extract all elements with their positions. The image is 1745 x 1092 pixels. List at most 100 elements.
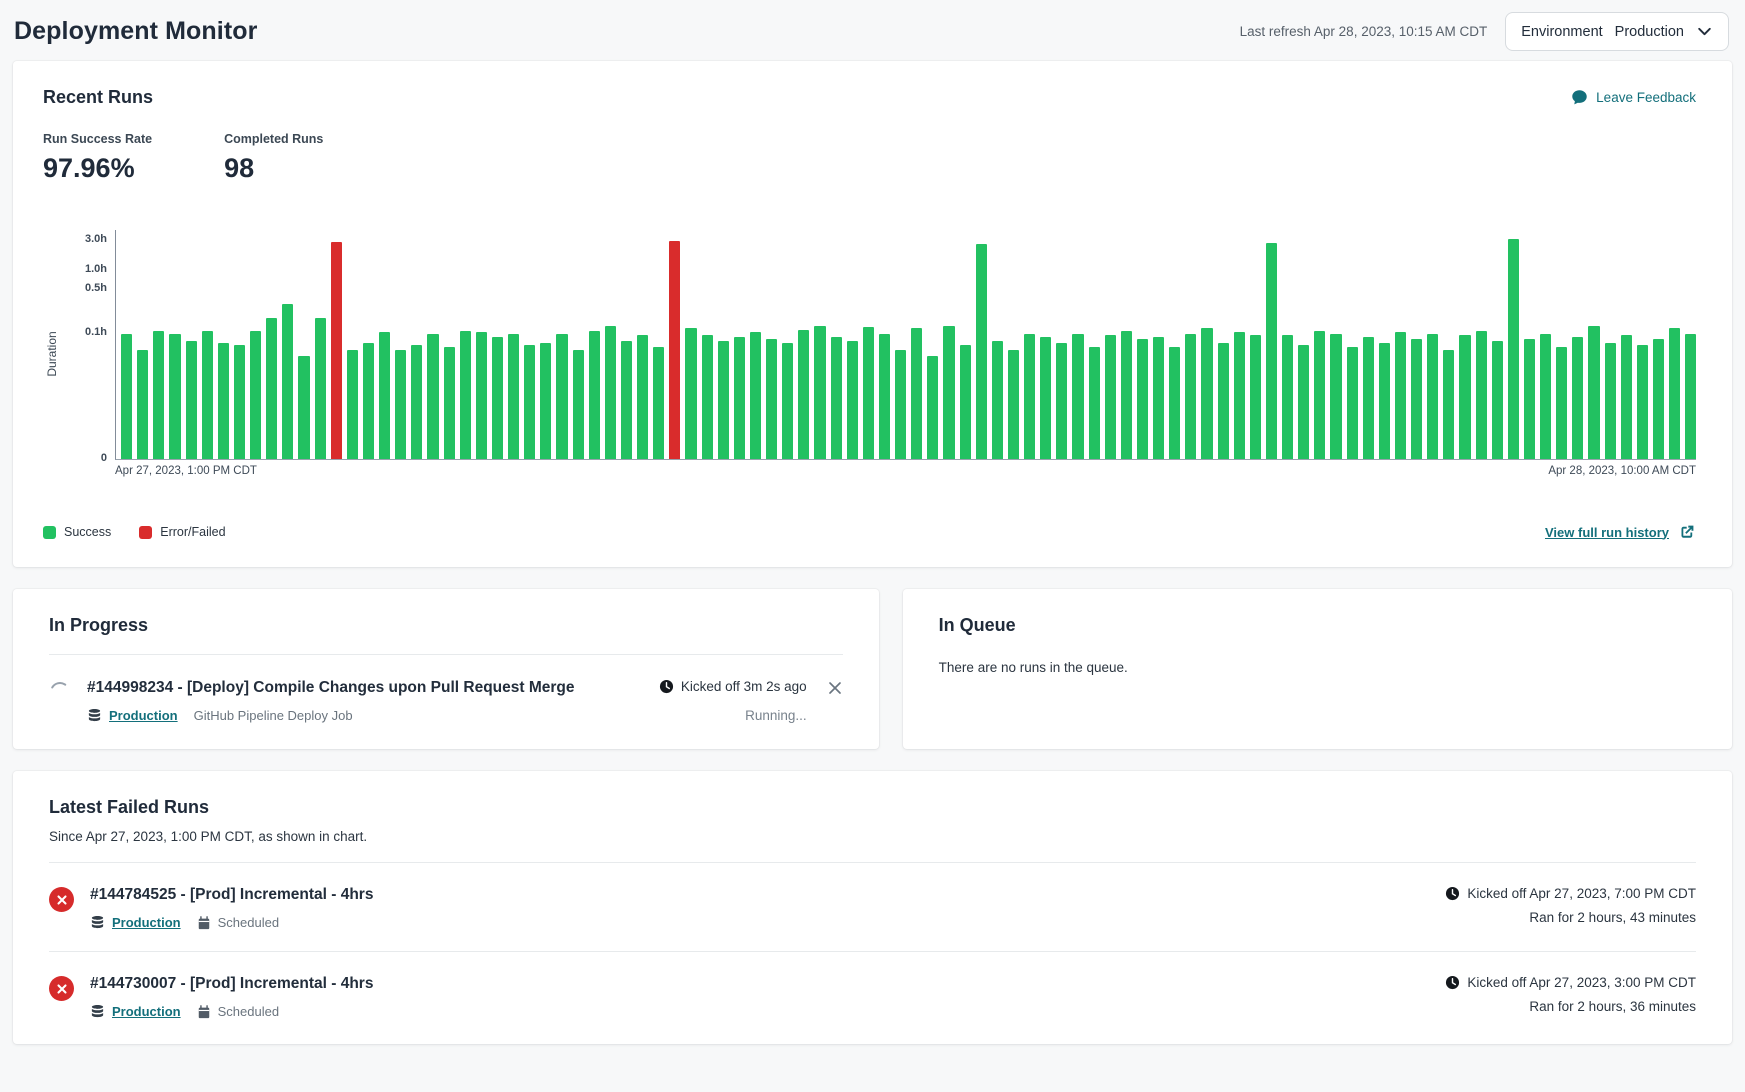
run-bar[interactable] — [605, 326, 616, 459]
run-bar[interactable] — [1363, 337, 1374, 459]
environment-link[interactable]: Production — [90, 915, 181, 930]
run-bar[interactable] — [1008, 350, 1019, 459]
run-bar[interactable] — [573, 350, 584, 459]
run-bar[interactable] — [895, 350, 906, 459]
run-bar[interactable] — [444, 347, 455, 459]
run-bar[interactable] — [1459, 335, 1470, 459]
run-bar[interactable] — [1056, 343, 1067, 459]
run-bar[interactable] — [266, 318, 277, 459]
run-bar[interactable] — [395, 350, 406, 459]
run-bar[interactable] — [1508, 239, 1519, 459]
run-bar[interactable] — [1024, 334, 1035, 459]
run-bar[interactable] — [556, 334, 567, 459]
run-bar[interactable] — [1588, 326, 1599, 459]
run-bar[interactable] — [1427, 334, 1438, 459]
view-full-run-history-link[interactable]: View full run history — [1545, 523, 1696, 541]
run-bar[interactable] — [1524, 339, 1535, 459]
run-bar[interactable] — [1443, 350, 1454, 459]
run-bar[interactable] — [1298, 345, 1309, 459]
run-bar[interactable] — [847, 341, 858, 459]
run-bar[interactable] — [960, 345, 971, 459]
run-bar[interactable] — [1153, 337, 1164, 459]
run-bar[interactable] — [363, 343, 374, 459]
run-bar[interactable] — [492, 337, 503, 459]
run-bar[interactable] — [1669, 328, 1680, 459]
run-bar[interactable] — [943, 326, 954, 459]
run-bar[interactable] — [927, 356, 938, 459]
run-bar[interactable] — [250, 331, 261, 459]
run-bar[interactable] — [137, 350, 148, 459]
run-bar[interactable] — [427, 334, 438, 459]
run-bar[interactable] — [1218, 343, 1229, 459]
run-bar[interactable] — [202, 331, 213, 459]
environment-link[interactable]: Production — [87, 708, 178, 723]
run-bar[interactable] — [282, 304, 293, 459]
run-bar[interactable] — [718, 341, 729, 459]
run-bar[interactable] — [1314, 331, 1325, 459]
run-bar[interactable] — [589, 331, 600, 459]
run-bar[interactable] — [1234, 332, 1245, 459]
run-bar[interactable] — [1476, 331, 1487, 459]
run-bar[interactable] — [911, 328, 922, 459]
run-bar[interactable] — [1637, 345, 1648, 459]
run-bar[interactable] — [1040, 337, 1051, 459]
run-bar[interactable] — [702, 335, 713, 459]
run-bar[interactable] — [831, 337, 842, 459]
close-icon[interactable] — [827, 680, 843, 696]
run-bar[interactable] — [315, 318, 326, 459]
run-bar[interactable] — [1379, 343, 1390, 459]
run-bar[interactable] — [169, 334, 180, 459]
run-bar[interactable] — [1653, 339, 1664, 459]
run-bar[interactable] — [234, 345, 245, 459]
run-bar[interactable] — [1105, 335, 1116, 459]
run-bar[interactable] — [540, 343, 551, 459]
run-bar[interactable] — [992, 341, 1003, 459]
run-bar[interactable] — [1330, 334, 1341, 459]
environment-select[interactable]: Environment Production — [1505, 12, 1729, 51]
run-bar[interactable] — [1137, 339, 1148, 459]
run-bar[interactable] — [1169, 347, 1180, 459]
run-bar[interactable] — [508, 334, 519, 459]
run-bar[interactable] — [1347, 347, 1358, 459]
run-bar[interactable] — [1556, 347, 1567, 459]
run-bar[interactable] — [879, 334, 890, 459]
run-bar[interactable] — [1395, 332, 1406, 459]
run-bar[interactable] — [298, 356, 309, 459]
leave-feedback-link[interactable]: Leave Feedback — [1571, 89, 1696, 106]
run-bar[interactable] — [331, 242, 342, 459]
run-bar[interactable] — [153, 331, 164, 459]
run-bar[interactable] — [218, 343, 229, 459]
run-bar[interactable] — [379, 332, 390, 459]
run-bar[interactable] — [1250, 335, 1261, 459]
run-bar[interactable] — [782, 343, 793, 459]
run-bar[interactable] — [524, 345, 535, 459]
run-bar[interactable] — [750, 332, 761, 459]
run-bar[interactable] — [1492, 341, 1503, 459]
run-bar[interactable] — [766, 339, 777, 459]
run-bar[interactable] — [685, 328, 696, 459]
run-bar[interactable] — [347, 350, 358, 459]
run-bar[interactable] — [476, 332, 487, 459]
run-bar[interactable] — [1121, 331, 1132, 459]
run-bar[interactable] — [1572, 337, 1583, 459]
run-bar[interactable] — [669, 241, 680, 459]
run-bar[interactable] — [121, 334, 132, 459]
run-bar[interactable] — [1411, 339, 1422, 459]
run-bar[interactable] — [637, 335, 648, 459]
run-bar[interactable] — [1266, 243, 1277, 459]
run-bar[interactable] — [798, 330, 809, 459]
run-bar[interactable] — [1072, 334, 1083, 459]
run-bar[interactable] — [1089, 347, 1100, 459]
run-bar[interactable] — [653, 347, 664, 459]
run-bar[interactable] — [460, 331, 471, 459]
run-bar[interactable] — [1540, 334, 1551, 459]
run-bar[interactable] — [863, 327, 874, 459]
run-bar[interactable] — [186, 341, 197, 459]
run-bar[interactable] — [411, 345, 422, 459]
run-bar[interactable] — [734, 337, 745, 459]
run-bar[interactable] — [814, 326, 825, 459]
run-bar[interactable] — [976, 244, 987, 459]
run-bar[interactable] — [1282, 335, 1293, 459]
run-bar[interactable] — [1201, 328, 1212, 459]
run-bar[interactable] — [1185, 334, 1196, 459]
